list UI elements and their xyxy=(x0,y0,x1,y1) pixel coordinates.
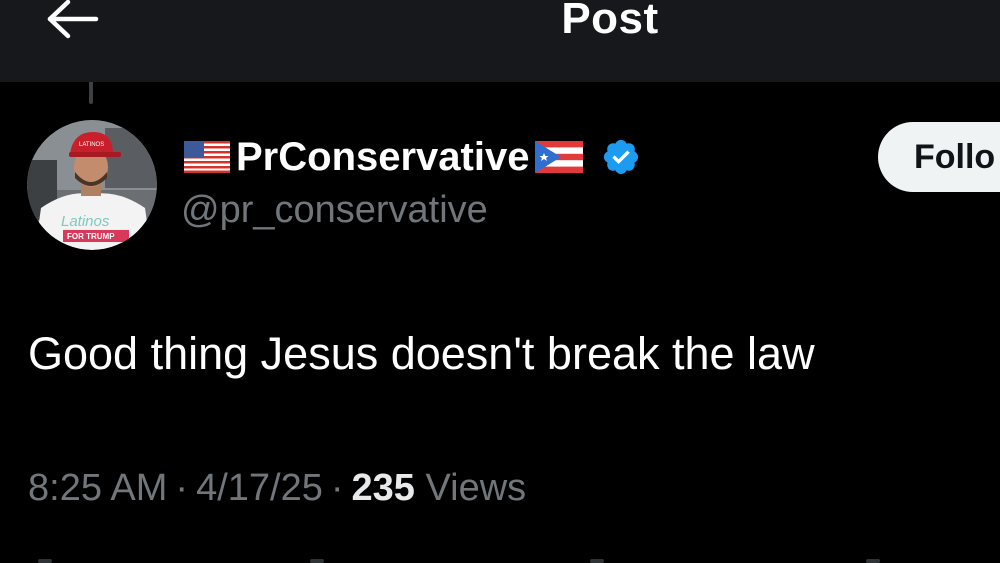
post-date[interactable]: 4/17/25 xyxy=(196,467,323,509)
page-title: Post xyxy=(561,0,659,43)
post-meta: 8:25 AM · 4/17/25 · 235 Views xyxy=(28,467,526,510)
verified-badge-icon xyxy=(604,139,639,175)
views-count: 235 xyxy=(351,467,415,509)
author-handle[interactable]: @pr_conservative xyxy=(181,189,488,232)
follow-button[interactable]: Follo xyxy=(878,122,1000,192)
divider-mark xyxy=(590,559,604,563)
views-link[interactable]: 235 Views xyxy=(352,467,527,509)
svg-text:Latinos: Latinos xyxy=(61,213,110,230)
svg-text:FOR TRUMP: FOR TRUMP xyxy=(67,232,115,241)
thread-connector xyxy=(89,82,93,104)
author-name-row[interactable]: PrConservative xyxy=(184,132,641,182)
meta-separator: · xyxy=(175,467,189,509)
post-time[interactable]: 8:25 AM xyxy=(28,467,167,509)
author-display-name: PrConservative xyxy=(236,134,530,179)
post-page: Post Latinos FOR TRUMP LATINOS PrConserv… xyxy=(0,0,1000,563)
avatar[interactable]: Latinos FOR TRUMP LATINOS xyxy=(27,120,157,250)
svg-text:LATINOS: LATINOS xyxy=(79,142,104,148)
divider-mark xyxy=(310,559,324,563)
top-bar: Post xyxy=(0,0,1000,82)
avatar-image: Latinos FOR TRUMP LATINOS xyxy=(27,120,157,250)
puerto-rico-flag-icon xyxy=(535,141,584,173)
next-row-hint xyxy=(0,556,1000,563)
divider-mark xyxy=(866,559,880,563)
post-text: Good thing Jesus doesn't break the law xyxy=(28,328,815,379)
follow-button-label: Follo xyxy=(914,137,996,176)
us-flag-icon xyxy=(184,141,230,173)
views-label: Views xyxy=(425,467,527,509)
meta-separator: · xyxy=(330,467,344,509)
divider-mark xyxy=(38,559,52,563)
